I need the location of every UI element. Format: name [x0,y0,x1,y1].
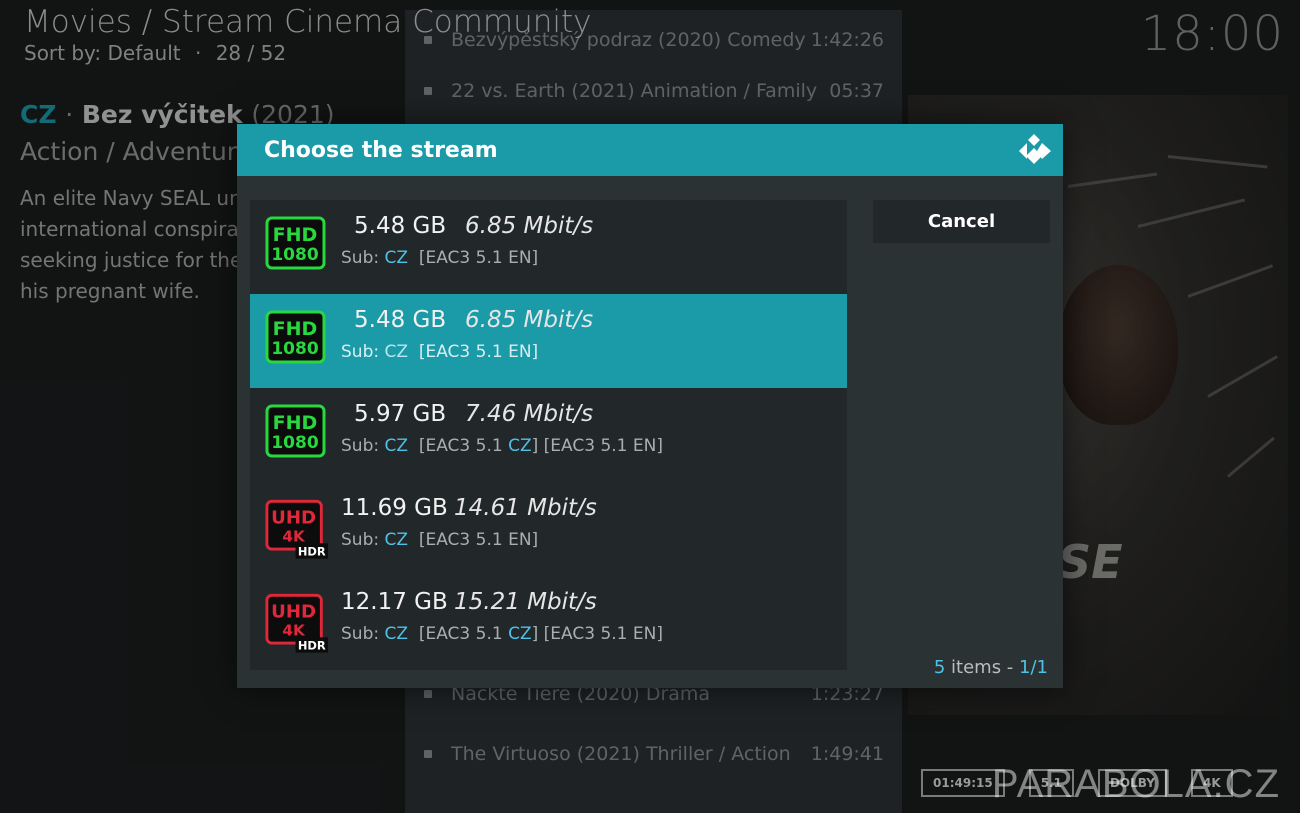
items-count: 5 items - 1/1 [933,657,1048,678]
stream-size: 5.97 GB [354,401,447,427]
stream-item-selected[interactable]: FHD 1080 5.48 GB 6.85 Mbit/s Sub: CZ [EA… [250,294,847,388]
badge-sublabel: 1080 [271,245,318,265]
badge-label: UHD [271,507,316,528]
badge-label: FHD [273,412,318,434]
stream-item[interactable]: FHD 1080 5.48 GB 6.85 Mbit/s Sub: CZ [EA… [250,200,847,294]
cancel-button[interactable]: Cancel [873,200,1050,243]
stream-details: Sub: CZ [EAC3 5.1 EN] [341,248,539,268]
stream-size: 12.17 GB [341,589,448,615]
dialog-title: Choose the stream [264,137,498,163]
uhd-4k-hdr-badge-icon: UHD 4K HDR [265,593,328,653]
badge-sublabel: 4K [282,621,306,639]
fhd-1080-badge-icon: FHD 1080 [265,404,326,458]
stream-list: FHD 1080 5.48 GB 6.85 Mbit/s Sub: CZ [EA… [250,200,847,670]
stream-bitrate: 6.85 Mbit/s [465,213,594,239]
stream-details: Sub: CZ [EAC3 5.1 EN] [341,342,539,362]
stream-item[interactable]: FHD 1080 5.97 GB 7.46 Mbit/s Sub: CZ [EA… [250,388,847,482]
badge-label: FHD [273,224,318,246]
stream-item[interactable]: UHD 4K HDR 12.17 GB 15.21 Mbit/s Sub: CZ… [250,576,847,670]
stream-size: 11.69 GB [341,495,448,521]
badge-label: UHD [271,601,316,622]
badge-label: FHD [273,318,318,340]
badge-sublabel: 1080 [271,339,318,359]
kodi-logo-icon [1019,134,1051,164]
stream-item[interactable]: UHD 4K HDR 11.69 GB 14.61 Mbit/s Sub: CZ… [250,482,847,576]
stream-details: Sub: CZ [EAC3 5.1 EN] [341,530,539,550]
badge-sublabel: 4K [282,527,306,545]
choose-stream-dialog: Choose the stream FHD 1080 5.48 GB 6.85 … [237,124,1063,688]
uhd-4k-hdr-badge-icon: UHD 4K HDR [265,499,328,559]
fhd-1080-badge-icon: FHD 1080 [265,310,326,364]
stream-size: 5.48 GB [354,307,447,333]
stream-details: Sub: CZ [EAC3 5.1 CZ] [EAC3 5.1 EN] [341,436,663,456]
stream-details: Sub: CZ [EAC3 5.1 CZ] [EAC3 5.1 EN] [341,624,663,644]
stream-bitrate: 15.21 Mbit/s [454,589,597,615]
stream-bitrate: 14.61 Mbit/s [454,495,597,521]
fhd-1080-badge-icon: FHD 1080 [265,216,326,270]
dialog-header: Choose the stream [237,124,1063,176]
hdr-label: HDR [298,639,326,653]
stream-size: 5.48 GB [354,213,447,239]
watermark: PARABOLA.CZ [991,762,1280,806]
badge-sublabel: 1080 [271,433,318,453]
stream-bitrate: 7.46 Mbit/s [465,401,594,427]
hdr-label: HDR [298,545,326,559]
stream-bitrate: 6.85 Mbit/s [465,307,594,333]
